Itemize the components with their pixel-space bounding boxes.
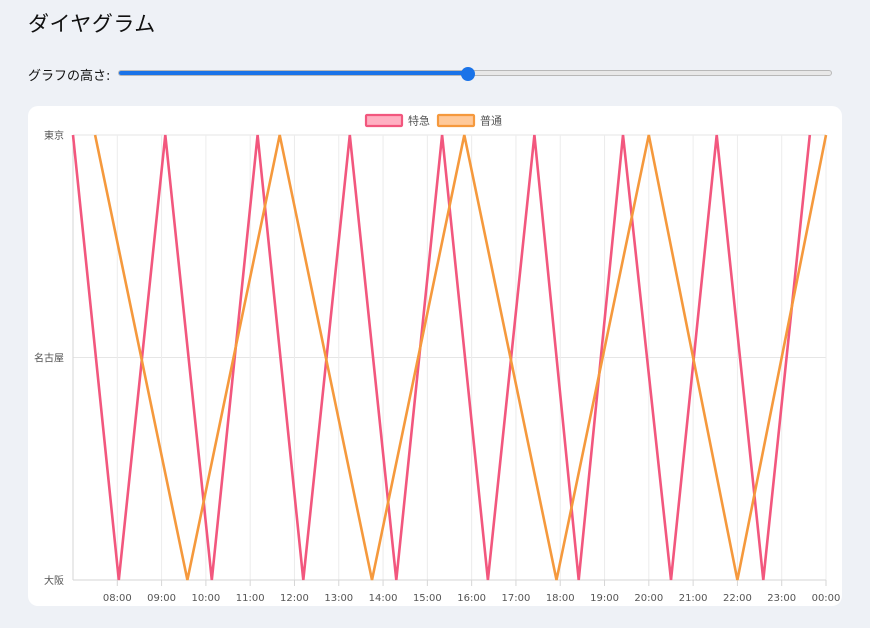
x-tick-label: 00:00 (812, 593, 841, 604)
x-tick-label: 10:00 (191, 593, 220, 604)
diagram-chart: 特急 普通 東京名古屋大阪 08:00 09:00 10:00 11:00 12:00 13:… (34, 113, 840, 605)
page: ダイヤグラム グラフの高さ: 特急 普通 東京名古屋大阪 08:00 09:00 10:… (0, 0, 870, 628)
legend-swatch-local[interactable] (436, 113, 476, 128)
legend-label-local[interactable]: 普通 (480, 114, 502, 128)
x-tick-label: 08:00 (103, 593, 132, 604)
graph-height-slider[interactable] (118, 62, 833, 86)
x-tick-label: 15:00 (413, 593, 442, 604)
y-tick-label: 名古屋 (34, 352, 64, 365)
x-tick-label: 12:00 (280, 593, 309, 604)
slider-fill (119, 71, 470, 75)
x-tick-label: 09:00 (147, 593, 176, 604)
y-tick-label: 東京 (44, 129, 64, 142)
y-tick-label: 大阪 (44, 574, 64, 587)
slider-track[interactable] (118, 70, 833, 76)
graph-height-label: グラフの高さ: (28, 68, 111, 84)
x-tick-label: 16:00 (457, 593, 486, 604)
page-title: ダイヤグラム (28, 12, 156, 36)
axes: 東京名古屋大阪 08:00 09:00 10:00 11:00 12:00 13:00 14:… (34, 129, 840, 604)
x-tick-label: 14:00 (369, 593, 398, 604)
x-tick-label: 13:00 (324, 593, 353, 604)
slider-thumb[interactable] (461, 67, 476, 81)
x-tick-label: 20:00 (634, 593, 663, 604)
legend-swatch-express[interactable] (364, 113, 404, 128)
legend-label-express[interactable]: 特急 (408, 114, 430, 128)
x-tick-label: 19:00 (590, 593, 619, 604)
x-tick-label: 22:00 (723, 593, 752, 604)
legend: 特急 普通 (364, 113, 502, 128)
x-tick-label: 23:00 (767, 593, 796, 604)
x-tick-label: 11:00 (236, 593, 265, 604)
graph-height-control: グラフの高さ: (28, 62, 842, 86)
x-tick-label: 18:00 (546, 593, 575, 604)
chart-card: 特急 普通 東京名古屋大阪 08:00 09:00 10:00 11:00 12:00 13:… (28, 106, 842, 606)
x-tick-label: 17:00 (502, 593, 531, 604)
x-tick-label: 21:00 (679, 593, 708, 604)
